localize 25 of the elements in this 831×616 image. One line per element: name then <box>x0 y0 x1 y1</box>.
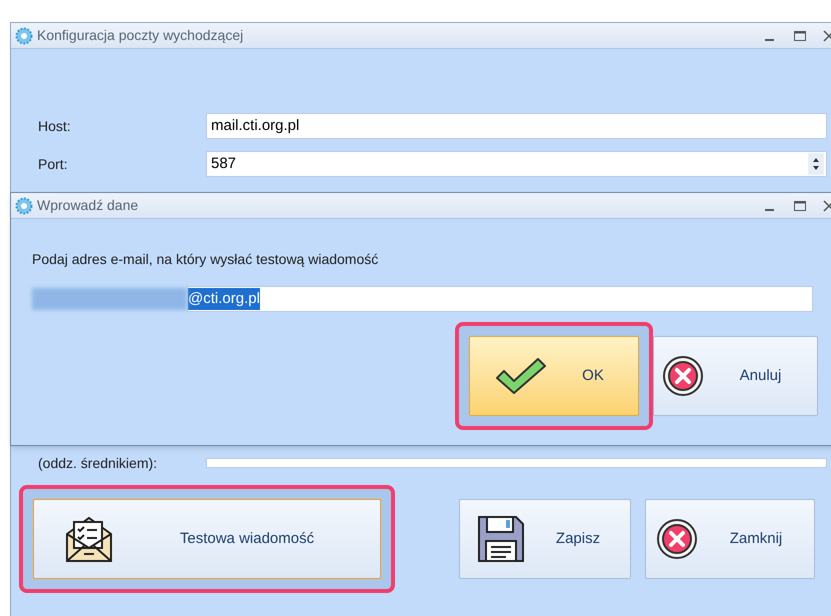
email-field[interactable]: @cti.org.pl <box>187 286 813 312</box>
spin-arrows-icon[interactable] <box>808 153 824 175</box>
cancel-icon <box>662 355 704 397</box>
check-icon <box>494 356 548 396</box>
app-icon <box>15 196 33 214</box>
maximize-icon[interactable] <box>793 198 807 212</box>
window-title: Wprowadź dane <box>37 196 140 215</box>
test-button[interactable]: Testowa wiadomość <box>33 499 381 579</box>
port-spin-field[interactable]: 587 <box>206 151 827 177</box>
recipients-label: (oddz. średnikiem): <box>38 455 158 471</box>
prompt-text: Podaj adres e-mail, na który wysłać testową wiadomość <box>32 250 380 269</box>
host-label: Host: <box>38 116 72 136</box>
maximize-icon[interactable] <box>793 28 807 42</box>
ok-button[interactable]: OK <box>469 336 639 416</box>
email-text: @cti.org.pl <box>188 288 260 310</box>
save-button[interactable]: Zapisz <box>459 499 631 579</box>
window-title: Konfiguracja poczty wychodzącej <box>37 26 244 45</box>
envelope-letter-icon <box>64 514 114 564</box>
port-label: Port: <box>38 154 69 174</box>
cancel-button[interactable]: Zamknij <box>645 499 815 579</box>
host-field[interactable]: mail.cti.org.pl <box>206 113 827 139</box>
recipients-field[interactable] <box>206 458 827 468</box>
app-icon <box>15 26 33 44</box>
cancel-button[interactable]: Anuluj <box>653 336 818 416</box>
cancel-icon <box>656 518 698 560</box>
